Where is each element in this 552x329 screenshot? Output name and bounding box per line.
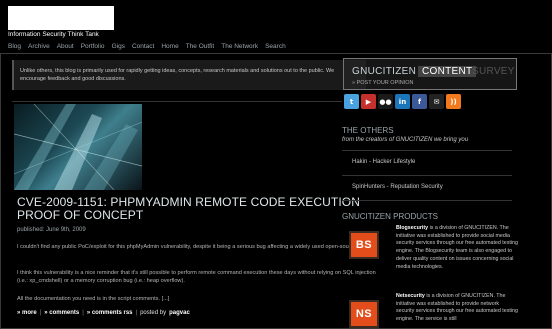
linkedin-icon[interactable]: in	[395, 94, 410, 109]
product-description-blogsecurity: Blogsecurity is a division of GNUCITIZEN…	[396, 225, 518, 271]
nav-contact[interactable]: Contact	[132, 43, 154, 50]
nav-about[interactable]: About	[57, 43, 74, 50]
meta-separator: |	[135, 310, 138, 316]
meta-separator: |	[82, 310, 84, 316]
site-tagline: Information Security Think Tank	[8, 31, 99, 38]
site-logo[interactable]	[8, 6, 114, 30]
nav-archive[interactable]: Archive	[28, 43, 50, 50]
survey-subtitle: » POST YOUR OPINION	[352, 80, 414, 86]
nav-search[interactable]: Search	[265, 43, 286, 50]
product-name-blogsecurity[interactable]: Blogsecurity	[396, 225, 428, 231]
author-link[interactable]: pagvac	[169, 310, 190, 316]
nav-portfolio[interactable]: Portfolio	[81, 43, 105, 50]
post-title[interactable]: CVE-2009-1151: PHPMYADMIN REMOTE CODE EX…	[17, 196, 377, 222]
others-item-spinhunters[interactable]: SpinHunters - Reputation Security	[342, 175, 512, 200]
nav-home[interactable]: Home	[161, 43, 178, 50]
comments-link[interactable]: » comments	[44, 310, 79, 316]
post-paragraph: I couldn't find any public PoC/exploit f…	[17, 244, 377, 250]
others-list-divider	[342, 200, 512, 201]
others-item-hakin[interactable]: Hakin - Hacker Lifestyle	[342, 150, 512, 175]
post-date: published: June 9th, 2009	[17, 227, 86, 233]
youtube-icon[interactable]: ▶	[361, 94, 376, 109]
others-subtitle: from the creators of GNUCITIZEN we bring…	[342, 137, 469, 143]
post-paragraph: All the documentation you need is in the…	[17, 296, 170, 302]
more-link[interactable]: » more	[17, 310, 37, 316]
blogsecurity-logo[interactable]: BS	[349, 231, 379, 259]
nav-the-outfit[interactable]: The Outfit	[186, 43, 215, 50]
product-description-netsecurity: Netsecurity is a division of GNUCITIZEN.…	[396, 293, 518, 324]
posted-by-label: posted by	[140, 310, 167, 316]
survey-word-survey: SURVEY	[472, 66, 515, 77]
products-heading: GNUCITIZEN PRODUCTS	[342, 212, 438, 221]
flickr-icon[interactable]: ●●	[378, 94, 393, 109]
social-icons: t ▶ ●● in f ✉ ))	[344, 94, 461, 109]
survey-word-content: CONTENT	[418, 66, 477, 77]
nav-gigs[interactable]: Gigs	[112, 43, 125, 50]
twitter-icon[interactable]: t	[344, 94, 359, 109]
email-icon[interactable]: ✉	[429, 94, 444, 109]
nav-blog[interactable]: Blog	[8, 43, 21, 50]
product-text: is a division of GNUCITIZEN. The initiat…	[396, 225, 518, 270]
post-divider	[12, 101, 342, 102]
nav-the-network[interactable]: The Network	[221, 43, 258, 50]
comments-rss-link[interactable]: » comments rss	[87, 310, 133, 316]
meta-separator: |	[39, 310, 42, 316]
post-image[interactable]	[14, 104, 142, 190]
post-meta: » more | » comments | » comments rss | p…	[17, 310, 190, 316]
main-nav: Blog Archive About Portfolio Gigs Contac…	[8, 43, 286, 50]
product-name-netsecurity[interactable]: Netsecurity	[396, 293, 425, 299]
intro-text: Unlike others, this blog is primarily us…	[12, 60, 366, 90]
facebook-icon[interactable]: f	[412, 94, 427, 109]
others-list: Hakin - Hacker Lifestyle SpinHunters - R…	[342, 150, 512, 201]
netsecurity-logo[interactable]: NS	[349, 300, 379, 328]
survey-word-gnucitizen: GNUCITIZEN	[352, 66, 417, 77]
post-paragraph: I think this vulnerability is a nice rem…	[17, 270, 376, 284]
rss-icon[interactable]: ))	[446, 94, 461, 109]
others-heading: THE OTHERS	[342, 126, 394, 135]
content-survey-banner[interactable]: GNUCITIZEN CONTENT SURVEY » POST YOUR OP…	[343, 58, 517, 90]
